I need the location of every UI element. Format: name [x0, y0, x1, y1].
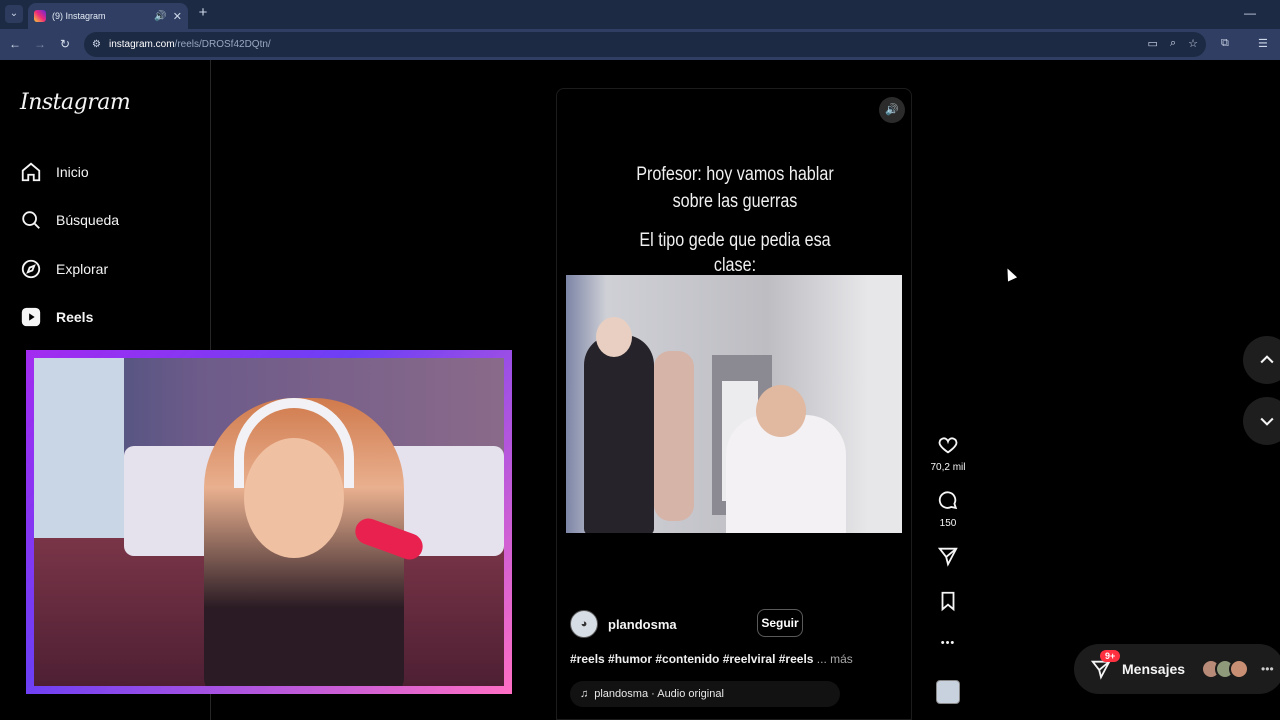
- reload-button[interactable]: ↻: [57, 36, 73, 52]
- zoom-icon[interactable]: ⌕: [1170, 37, 1176, 50]
- chevron-down-icon: [1260, 417, 1274, 426]
- webcam-overlay: [26, 350, 512, 694]
- browser-toolbar: ← → ↻ ⚙ instagram.com /reels/DROSf42DQtn…: [0, 29, 1280, 60]
- message-avatars: [1201, 659, 1250, 679]
- reel-caption-line: El tipo gede que pedia esa: [639, 230, 831, 251]
- browser-tab-instagram[interactable]: (9) Instagram 🔊 ✕: [28, 3, 188, 29]
- webcam-door: [34, 358, 124, 539]
- more-options-icon[interactable]: •••: [926, 637, 970, 649]
- mouse-cursor-icon: [1002, 266, 1018, 282]
- instagram-page: Instagram Inicio Búsqueda Explorar Reels: [0, 60, 1280, 720]
- url-path: /reels/DROSf42DQtn/: [174, 39, 271, 50]
- like-count: 70,2 mil: [930, 462, 966, 473]
- video-person-dark-shirt: [584, 335, 654, 533]
- follow-button[interactable]: Seguir: [757, 609, 803, 637]
- bookmark-icon[interactable]: [937, 590, 959, 612]
- reel-video-frame[interactable]: [566, 275, 902, 533]
- heart-icon[interactable]: [937, 434, 959, 456]
- address-bar-actions: ▭ ⌕ ☆: [1148, 37, 1198, 50]
- sidebar-item-explorar[interactable]: Explorar: [20, 255, 200, 283]
- author-avatar[interactable]: ◕: [570, 610, 598, 638]
- volume-button[interactable]: 🔊: [879, 97, 905, 123]
- save-action[interactable]: [926, 590, 970, 617]
- sidebar-item-label: Explorar: [56, 261, 109, 277]
- sidebar-item-label: Reels: [56, 309, 94, 325]
- messages-button[interactable]: 9+ Mensajes •••: [1074, 644, 1280, 694]
- new-tab-button[interactable]: +: [195, 5, 211, 21]
- reel-author[interactable]: ◕ plandosma: [570, 610, 677, 638]
- tab-close-icon[interactable]: ✕: [173, 10, 182, 23]
- comment-count: 150: [939, 518, 957, 529]
- unread-badge: 9+: [1100, 650, 1121, 662]
- like-action[interactable]: 70,2 mil: [926, 434, 970, 473]
- previous-reel-button[interactable]: [1243, 336, 1280, 384]
- messages-label: Mensajes: [1122, 661, 1186, 677]
- audio-avatar[interactable]: [936, 680, 960, 704]
- reel-caption-line: sobre las guerras: [672, 191, 798, 212]
- video-person-head: [596, 317, 632, 357]
- tab-title: (9) Instagram: [52, 11, 106, 21]
- more-icon: •••: [1261, 662, 1274, 676]
- reel-caption-line: Profesor: hoy vamos hablar: [636, 164, 834, 185]
- sidebar-item-label: Búsqueda: [56, 212, 120, 228]
- music-note-icon: ♫: [580, 688, 589, 700]
- address-bar[interactable]: ⚙ instagram.com /reels/DROSf42DQtn/ ▭ ⌕ …: [84, 32, 1206, 57]
- search-icon: [22, 211, 40, 229]
- send-icon[interactable]: [937, 545, 959, 567]
- site-info-icon[interactable]: ⚙: [92, 39, 101, 50]
- hashtags-text[interactable]: #reels #humor #contenido #reelviral #ree…: [570, 652, 813, 666]
- sidebar-item-inicio[interactable]: Inicio: [20, 158, 200, 186]
- browser-tabbar: ⌄ (9) Instagram 🔊 ✕ + —: [0, 0, 1280, 29]
- messenger-icon: 9+: [1090, 650, 1121, 680]
- video-person-head: [756, 385, 806, 437]
- audio-track-label: plandosma · Audio original: [594, 688, 724, 700]
- back-button[interactable]: ←: [7, 36, 23, 52]
- reel-hashtags: #reels #humor #contenido #reelviral #ree…: [570, 652, 853, 666]
- reel-player[interactable]: 🔊 Profesor: hoy vamos hablar sobre las g…: [556, 88, 912, 720]
- sidebar-item-busqueda[interactable]: Búsqueda: [20, 206, 200, 234]
- reels-icon: [21, 307, 41, 327]
- extensions-icon[interactable]: ⧉: [1221, 37, 1229, 50]
- comment-action[interactable]: 150: [926, 490, 970, 529]
- profile-menu-icon[interactable]: ☰: [1258, 37, 1268, 50]
- tab-audio-icon[interactable]: 🔊: [154, 11, 166, 22]
- home-icon: [21, 162, 41, 182]
- instagram-favicon-icon: [34, 10, 46, 22]
- comment-icon[interactable]: [937, 490, 959, 512]
- url-domain: instagram.com: [108, 39, 175, 50]
- minimize-window-button[interactable]: —: [1244, 6, 1256, 20]
- more-link[interactable]: ... más: [817, 652, 853, 666]
- sidebar-item-reels[interactable]: Reels: [20, 303, 200, 331]
- avatar: [1229, 659, 1250, 679]
- bookmark-star-icon[interactable]: ☆: [1188, 37, 1198, 50]
- sidebar-item-label: Inicio: [56, 164, 89, 180]
- next-reel-button[interactable]: [1243, 397, 1280, 445]
- instagram-logo[interactable]: Instagram: [20, 90, 131, 115]
- audio-track[interactable]: ♫ plandosma · Audio original: [570, 681, 840, 707]
- video-person-background: [654, 351, 694, 521]
- author-name[interactable]: plandosma: [608, 617, 677, 632]
- webcam-video: [34, 358, 504, 686]
- audio-thumbnail[interactable]: [926, 680, 970, 704]
- chevron-up-icon: [1260, 355, 1274, 364]
- tab-search-button[interactable]: ⌄: [5, 5, 23, 23]
- share-action[interactable]: [926, 545, 970, 572]
- cast-icon[interactable]: ▭: [1148, 37, 1158, 50]
- compass-icon: [21, 259, 41, 279]
- forward-button[interactable]: →: [32, 36, 48, 52]
